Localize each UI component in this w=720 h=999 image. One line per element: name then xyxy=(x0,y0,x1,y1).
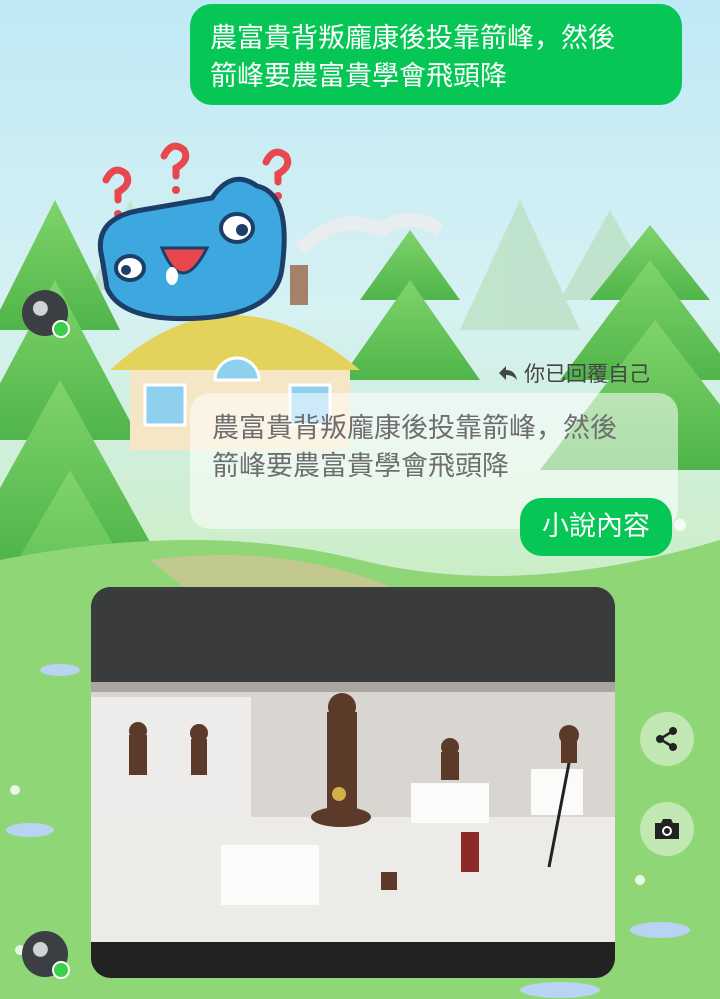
museum-display-photo xyxy=(91,587,615,978)
share-button[interactable] xyxy=(640,712,694,766)
chat-background: 農富貴背叛龐康後投靠箭峰，然後 箭峰要農富貴學會飛頭降 你已回覆自己 農富貴背叛… xyxy=(0,0,720,999)
quoted-message-text: 農富貴背叛龐康後投靠箭峰，然後 箭峰要農富貴學會飛頭降 xyxy=(212,410,662,486)
share-icon xyxy=(656,727,677,751)
message-text-line: 農富貴背叛龐康後投靠箭峰，然後 xyxy=(210,23,615,54)
avatar[interactable] xyxy=(22,290,70,338)
camera-button[interactable] xyxy=(640,802,694,856)
message-text: 小說內容 xyxy=(542,511,650,542)
photo-message[interactable] xyxy=(91,587,615,978)
online-status-dot xyxy=(52,320,70,338)
quoted-text-line: 箭峰要農富貴學會飛頭降 xyxy=(212,451,509,482)
avatar[interactable] xyxy=(22,931,70,979)
camera-icon xyxy=(655,819,679,839)
outgoing-message-bubble[interactable]: 農富貴背叛龐康後投靠箭峰，然後 箭峰要農富貴學會飛頭降 xyxy=(190,4,682,105)
outgoing-message-bubble[interactable]: 小說內容 xyxy=(520,498,672,556)
quoted-text-line: 農富貴背叛龐康後投靠箭峰，然後 xyxy=(212,413,617,444)
online-status-dot xyxy=(52,961,70,979)
reply-indicator: 你已回覆自己 xyxy=(498,358,650,388)
confused-cat-sticker[interactable] xyxy=(92,138,322,338)
message-text-line: 箭峰要農富貴學會飛頭降 xyxy=(210,61,507,92)
reply-arrow-icon xyxy=(499,366,517,380)
reply-label-text: 你已回覆自己 xyxy=(524,362,650,386)
